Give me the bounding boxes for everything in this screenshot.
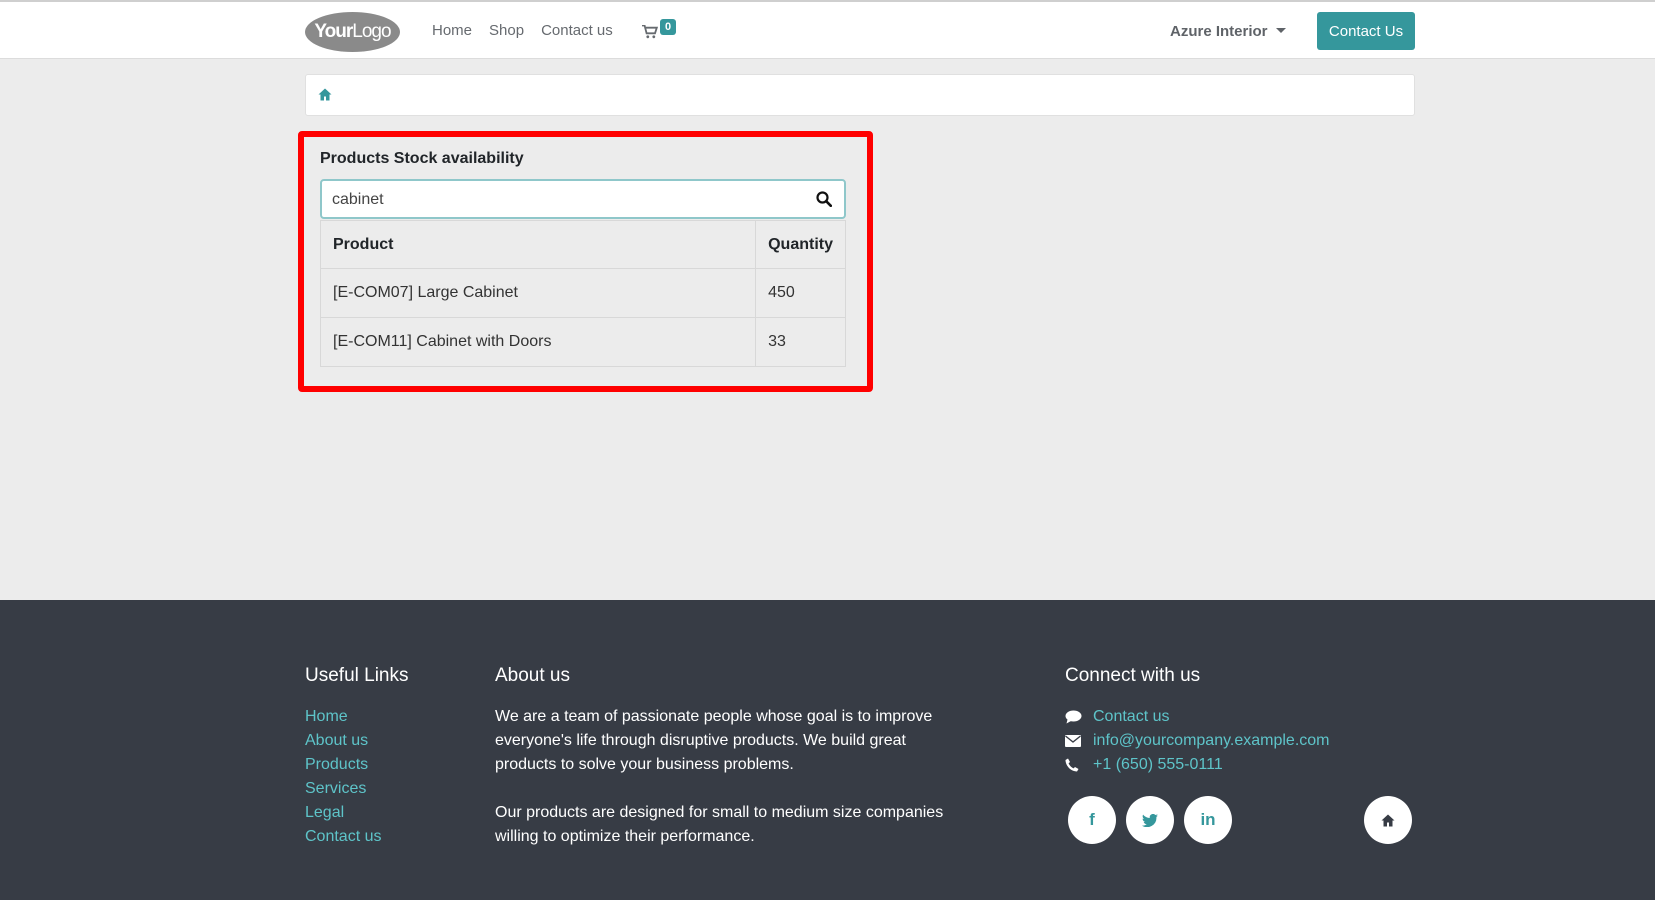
- nav-contact-us[interactable]: Contact us: [541, 22, 613, 39]
- footer-link-contact-us[interactable]: Contact us: [305, 828, 381, 845]
- linkedin-button[interactable]: in: [1184, 796, 1232, 844]
- useful-links-list: Home About us Products Services Legal Co…: [305, 705, 381, 849]
- product-cell: [E-COM07] Large Cabinet: [319, 268, 757, 318]
- stock-table: Product Quantity [E-COM07] Large Cabinet…: [319, 220, 846, 367]
- about-us-text: We are a team of passionate people whose…: [495, 705, 955, 849]
- home-icon: [318, 88, 332, 101]
- nav-shop[interactable]: Shop: [489, 22, 524, 39]
- site-header: YourLogo Home Shop Contact us 0 Azure In…: [0, 2, 1655, 59]
- twitter-icon: [1142, 813, 1158, 827]
- about-paragraph: Our products are designed for small to m…: [495, 804, 944, 845]
- facebook-icon: f: [1089, 810, 1095, 829]
- footer-link-home[interactable]: Home: [305, 708, 348, 725]
- cart-count-badge: 0: [660, 19, 676, 35]
- quantity-cell: 450: [755, 268, 846, 318]
- quantity-cell: 33: [755, 317, 846, 367]
- connect-list: Contact us info@yourcompany.example.com …: [1065, 705, 1330, 777]
- connect-contact-link[interactable]: Contact us: [1093, 705, 1169, 729]
- column-header-product: Product: [319, 220, 757, 269]
- nav-home[interactable]: Home: [432, 22, 472, 39]
- twitter-button[interactable]: [1126, 796, 1174, 844]
- caret-down-icon: [1275, 27, 1286, 33]
- table-header-row: Product Quantity: [319, 220, 846, 269]
- useful-links-heading: Useful Links: [305, 665, 409, 686]
- widget-title: Products Stock availability: [320, 150, 524, 167]
- user-dropdown[interactable]: Azure Interior: [1170, 23, 1286, 40]
- product-cell: [E-COM11] Cabinet with Doors: [319, 317, 757, 367]
- about-us-heading: About us: [495, 665, 570, 686]
- table-row: [E-COM07] Large Cabinet 450: [319, 268, 846, 318]
- footer-link-products[interactable]: Products: [305, 756, 368, 773]
- website-home-button[interactable]: [1364, 796, 1412, 844]
- cart-link[interactable]: 0: [642, 19, 682, 44]
- footer-link-services[interactable]: Services: [305, 780, 366, 797]
- logo-text-bold: Your: [314, 21, 353, 42]
- product-search-box: [320, 179, 846, 219]
- connect-heading: Connect with us: [1065, 665, 1201, 686]
- linkedin-icon: in: [1200, 810, 1216, 829]
- cart-icon: [642, 25, 658, 39]
- breadcrumb-home-link[interactable]: [318, 88, 332, 106]
- column-header-quantity: Quantity: [755, 220, 846, 269]
- home-icon: [1381, 814, 1395, 826]
- contact-us-button[interactable]: Contact Us: [1317, 12, 1415, 50]
- search-icon[interactable]: [816, 191, 832, 207]
- footer-link-about-us[interactable]: About us: [305, 732, 368, 749]
- company-logo[interactable]: YourLogo: [305, 12, 400, 52]
- about-paragraph: We are a team of passionate people whose…: [495, 708, 933, 773]
- product-search-input[interactable]: [332, 187, 802, 213]
- envelope-icon: [1065, 735, 1093, 747]
- site-footer: Useful Links Home About us Products Serv…: [0, 600, 1655, 900]
- user-name: Azure Interior: [1170, 23, 1268, 40]
- table-row: [E-COM11] Cabinet with Doors 33: [319, 317, 846, 367]
- main-nav: Home Shop Contact us: [432, 22, 613, 39]
- footer-link-legal[interactable]: Legal: [305, 804, 344, 821]
- logo-text-light: Logo: [352, 21, 391, 42]
- comment-icon: [1065, 710, 1093, 724]
- breadcrumb: [305, 74, 1415, 116]
- phone-icon: [1065, 758, 1093, 772]
- connect-phone-link[interactable]: +1 (650) 555-0111: [1093, 753, 1223, 777]
- facebook-button[interactable]: f: [1068, 796, 1116, 844]
- connect-email-link[interactable]: info@yourcompany.example.com: [1093, 729, 1330, 753]
